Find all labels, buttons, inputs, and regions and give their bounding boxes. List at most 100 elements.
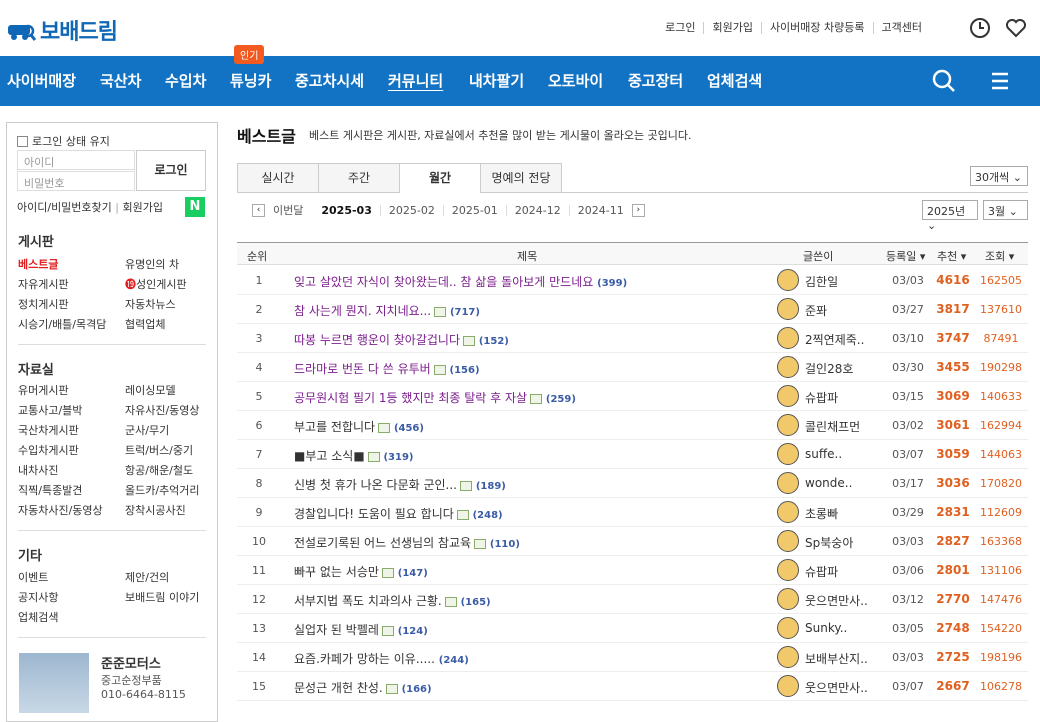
post-title-link[interactable]: 전설로기록된 어느 선생님의 참교육 (110) xyxy=(294,534,520,551)
per-page-select[interactable]: 30개씩 ⌄ xyxy=(970,166,1028,186)
ad-banner-title[interactable]: 준준모터스 xyxy=(101,653,161,672)
sidebar-item-humor[interactable]: 유머게시판 xyxy=(18,382,69,398)
table-row[interactable]: 6 부고를 전합니다 (456) 콜린채프먼 03/02 3061 162994 xyxy=(237,411,1028,440)
post-title-link[interactable]: 잊고 살았던 자식이 찾아왔는데.. 참 삶을 돌아보게 만드네요 (399) xyxy=(294,273,627,290)
writer-name[interactable]: 슈팝파 xyxy=(805,563,838,580)
ad-banner-image[interactable] xyxy=(19,653,89,713)
table-row[interactable]: 1 잊고 살았던 자식이 찾아왔는데.. 참 삶을 돌아보게 만드네요 (399)… xyxy=(237,266,1028,295)
writer-name[interactable]: Sp북숭아 xyxy=(805,534,853,551)
writer-name[interactable]: 웃으면만사.. xyxy=(805,679,868,696)
next-month-arrow-icon[interactable]: › xyxy=(631,203,645,217)
tab-hall-of-fame[interactable]: 명예의 전당 xyxy=(480,163,562,193)
writer-name[interactable]: 걸인28호 xyxy=(805,360,853,377)
nav-domestic[interactable]: 국산차 xyxy=(100,70,141,91)
table-row[interactable]: 2 참 사는게 뭔지. 지치네요... (717) 준퐈 03/27 3817 13761… xyxy=(237,295,1028,324)
table-row[interactable]: 11 빠꾸 없는 서승만 (147) 슈팝파 03/06 2801 131106 xyxy=(237,556,1028,585)
cyber-store-register-link[interactable]: 사이버매장 차량등록 xyxy=(760,22,873,34)
table-row[interactable]: 14 요즘.카페가 망하는 이유..... (244) 보배부산지.. 03/03 27… xyxy=(237,643,1028,672)
sidebar-item-install-photo[interactable]: 장착시공사진 xyxy=(125,502,186,518)
month-link[interactable]: 2024-12 xyxy=(505,204,569,216)
this-month-link[interactable]: 이번달 xyxy=(265,202,313,218)
sidebar-item-suggestion[interactable]: 제안/건의 xyxy=(125,569,169,585)
sidebar-item-bobae-story[interactable]: 보배드림 이야기 xyxy=(125,589,199,605)
col-date-sort[interactable]: 등록일 ▾ xyxy=(886,248,925,264)
month-link[interactable]: 2024-11 xyxy=(568,204,632,216)
prev-month-arrow-icon[interactable]: ‹ xyxy=(252,203,265,217)
post-title-link[interactable]: 공무원시험 필기 1등 했지만 최종 탈락 후 자살 (259) xyxy=(294,389,576,406)
month-select[interactable]: 3월 ⌄ xyxy=(983,200,1028,220)
nav-community[interactable]: 커뮤니티 xyxy=(388,70,443,91)
heart-icon[interactable] xyxy=(1005,17,1027,39)
keep-login-checkbox[interactable] xyxy=(17,135,28,147)
sidebar-item-car-video[interactable]: 자동차사진/동영상 xyxy=(18,502,103,518)
writer-name[interactable]: 콜린채프먼 xyxy=(805,418,860,435)
avatar[interactable] xyxy=(777,385,799,407)
month-link[interactable]: 2025-02 xyxy=(379,204,443,216)
sidebar-item-domestic-board[interactable]: 국산차게시판 xyxy=(18,422,79,438)
side-join-link[interactable]: 회원가입 xyxy=(123,201,163,214)
post-title-link[interactable]: 문성근 개헌 찬성. (166) xyxy=(294,679,432,696)
sidebar-item-politics[interactable]: 정치게시판 xyxy=(18,296,69,312)
sidebar-item-company-search[interactable]: 업체검색 xyxy=(18,609,58,625)
nav-motorcycle[interactable]: 오토바이 xyxy=(548,70,603,91)
search-icon[interactable] xyxy=(920,56,970,106)
login-button[interactable]: 로그인 xyxy=(136,150,206,191)
col-recommend-sort[interactable]: 추천 ▾ xyxy=(937,248,966,264)
sidebar-item-notice[interactable]: 공지사항 xyxy=(18,589,58,605)
post-title-link[interactable]: 실업자 된 박펠레 (124) xyxy=(294,621,428,638)
post-title-link[interactable]: 드라마로 번돈 다 쓴 유투버 (156) xyxy=(294,360,480,377)
writer-name[interactable]: 준퐈 xyxy=(805,302,827,319)
avatar[interactable] xyxy=(777,559,799,581)
avatar[interactable] xyxy=(777,530,799,552)
sidebar-item-best[interactable]: 베스트글 xyxy=(18,256,58,272)
keep-login-option[interactable]: 로그인 상태 유지 xyxy=(17,133,110,149)
avatar[interactable] xyxy=(777,298,799,320)
writer-name[interactable]: suffe.. xyxy=(805,447,842,461)
nav-tuning[interactable]: 튜닝카 xyxy=(230,70,271,91)
month-link[interactable]: 2025-01 xyxy=(442,204,506,216)
table-row[interactable]: 4 드라마로 번돈 다 쓴 유투버 (156) 걸인28호 03/30 3455 1902… xyxy=(237,353,1028,382)
sidebar-item-old-car[interactable]: 올드카/추억거리 xyxy=(125,482,200,498)
post-title-link[interactable]: 빠꾸 없는 서승만 (147) xyxy=(294,563,428,580)
sidebar-item-test-drive[interactable]: 시승기/배틀/목격담 xyxy=(18,316,106,332)
clock-icon[interactable] xyxy=(969,17,991,39)
post-title-link[interactable]: 따봉 누르면 행운이 찾아갈겁니다 (152) xyxy=(294,331,509,348)
avatar[interactable] xyxy=(777,617,799,639)
avatar[interactable] xyxy=(777,356,799,378)
naver-login-button[interactable]: N xyxy=(185,197,205,217)
sidebar-item-celeb-car[interactable]: 유명인의 차 xyxy=(125,256,179,272)
post-title-link[interactable]: 요즘.카페가 망하는 이유..... (244) xyxy=(294,650,469,667)
nav-used-price[interactable]: 중고차시세 xyxy=(295,70,364,91)
col-views-sort[interactable]: 조회 ▾ xyxy=(985,248,1014,264)
post-title-link[interactable]: 경찰입니다! 도움이 필요 합니다 (248) xyxy=(294,505,503,522)
table-row[interactable]: 12 서부지법 폭도 치과의사 근황. (165) 웃으면만사.. 03/12 2770… xyxy=(237,585,1028,614)
writer-name[interactable]: 2찍연제죽.. xyxy=(805,331,864,348)
sidebar-item-partners[interactable]: 협력업체 xyxy=(125,316,165,332)
table-row[interactable]: 9 경찰입니다! 도움이 필요 합니다 (248) 초롱빠 03/29 2831 1126… xyxy=(237,498,1028,527)
sidebar-item-racing-model[interactable]: 레이싱모델 xyxy=(125,382,176,398)
year-select[interactable]: 2025년 ⌄ xyxy=(922,200,978,232)
avatar[interactable] xyxy=(777,269,799,291)
customer-center-link[interactable]: 고객센터 xyxy=(872,22,930,34)
join-link[interactable]: 회원가입 xyxy=(703,22,760,34)
sidebar-item-imported-board[interactable]: 수입차게시판 xyxy=(18,442,79,458)
find-account-link[interactable]: 아이디/비밀번호찾기 xyxy=(17,201,112,214)
avatar[interactable] xyxy=(777,472,799,494)
sidebar-item-truck-bus[interactable]: 트럭/버스/중기 xyxy=(125,442,193,458)
table-row[interactable]: 7 ■부고 소식■ (319) suffe.. 03/07 3059 144063 xyxy=(237,440,1028,469)
sidebar-item-car-news[interactable]: 자동차뉴스 xyxy=(125,296,176,312)
menu-icon[interactable] xyxy=(975,56,1025,106)
login-link[interactable]: 로그인 xyxy=(657,22,703,34)
nav-sell-car[interactable]: 내차팔기 xyxy=(469,70,524,91)
writer-name[interactable]: 슈팝파 xyxy=(805,389,838,406)
sidebar-item-accident[interactable]: 교통사고/블박 xyxy=(18,402,82,418)
tab-weekly[interactable]: 주간 xyxy=(318,163,399,193)
tab-monthly[interactable]: 월간 xyxy=(399,163,480,193)
writer-name[interactable]: 초롱빠 xyxy=(805,505,838,522)
avatar[interactable] xyxy=(777,327,799,349)
sidebar-item-my-car-photo[interactable]: 내차사진 xyxy=(18,462,58,478)
avatar[interactable] xyxy=(777,675,799,697)
sidebar-item-aviation[interactable]: 항공/해운/철도 xyxy=(125,462,193,478)
table-row[interactable]: 15 문성근 개헌 찬성. (166) 웃으면만사.. 03/07 2667 106278 xyxy=(237,672,1028,701)
avatar[interactable] xyxy=(777,501,799,523)
